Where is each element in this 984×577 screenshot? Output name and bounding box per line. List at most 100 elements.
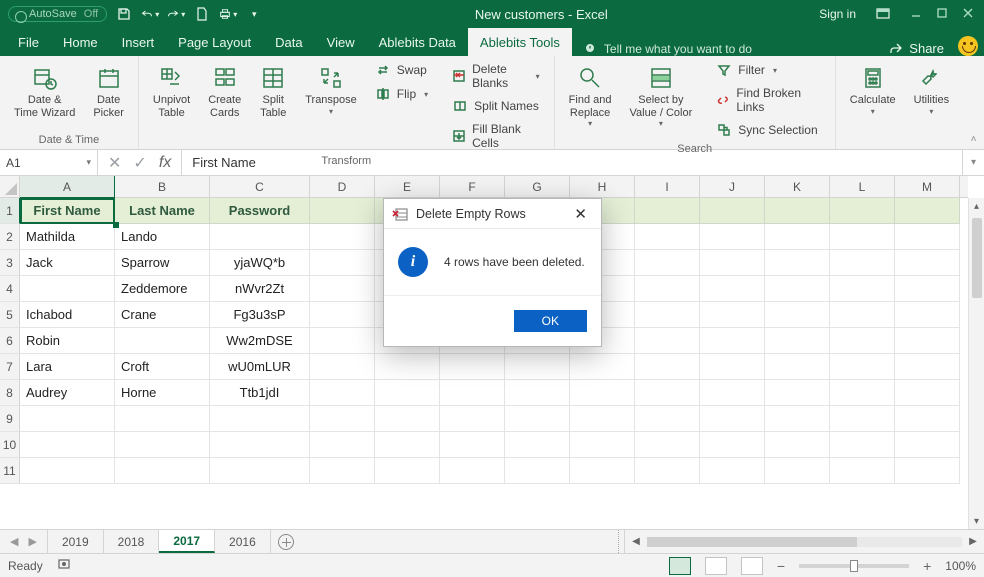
cell[interactable] bbox=[505, 406, 570, 432]
collapse-ribbon-icon[interactable]: ˄ bbox=[963, 56, 984, 149]
transpose-button[interactable]: Transpose ▾ bbox=[301, 60, 361, 120]
cell[interactable] bbox=[830, 380, 895, 406]
cell[interactable]: Ichabod bbox=[20, 302, 115, 328]
cell[interactable] bbox=[440, 354, 505, 380]
cell[interactable]: Sparrow bbox=[115, 250, 210, 276]
cell[interactable]: Zeddemore bbox=[115, 276, 210, 302]
cell[interactable]: nWvr2Zt bbox=[210, 276, 310, 302]
cell[interactable] bbox=[570, 380, 635, 406]
calculate-button[interactable]: Calculate ▾ bbox=[846, 60, 900, 120]
cell[interactable] bbox=[895, 406, 960, 432]
cell[interactable] bbox=[765, 302, 830, 328]
cell[interactable] bbox=[895, 276, 960, 302]
cell[interactable] bbox=[115, 458, 210, 484]
cell[interactable] bbox=[700, 276, 765, 302]
cell[interactable] bbox=[20, 458, 115, 484]
insert-function-icon[interactable]: fx bbox=[159, 154, 171, 172]
cell[interactable]: Lara bbox=[20, 354, 115, 380]
split-names-button[interactable]: Split Names bbox=[448, 96, 544, 116]
cell[interactable] bbox=[635, 302, 700, 328]
hscroll-right-icon[interactable]: ▶ bbox=[966, 536, 980, 547]
cell[interactable] bbox=[375, 458, 440, 484]
tab-page-layout[interactable]: Page Layout bbox=[166, 28, 263, 56]
new-sheet-button[interactable] bbox=[271, 530, 301, 553]
save-icon[interactable] bbox=[115, 5, 133, 23]
column-header-J[interactable]: J bbox=[700, 176, 765, 197]
sync-selection-button[interactable]: Sync Selection bbox=[712, 120, 825, 140]
cell[interactable] bbox=[570, 432, 635, 458]
share-button[interactable]: Share bbox=[889, 41, 944, 56]
sheet-nav-prev-icon[interactable]: ◀ bbox=[10, 535, 18, 548]
vertical-scrollbar[interactable]: ▴ ▾ bbox=[968, 198, 984, 529]
hscroll-left-icon[interactable]: ◀ bbox=[629, 536, 643, 547]
column-header-K[interactable]: K bbox=[765, 176, 830, 197]
cell[interactable] bbox=[765, 276, 830, 302]
cell[interactable] bbox=[375, 380, 440, 406]
cell[interactable] bbox=[765, 432, 830, 458]
cell[interactable] bbox=[310, 198, 375, 224]
horizontal-scrollbar[interactable]: ◀ ▶ bbox=[624, 530, 984, 553]
row-header-11[interactable]: 11 bbox=[0, 458, 20, 484]
column-header-L[interactable]: L bbox=[830, 176, 895, 197]
cell[interactable] bbox=[895, 354, 960, 380]
date-time-wizard-button[interactable]: Date & Time Wizard bbox=[10, 60, 79, 123]
cell[interactable] bbox=[440, 380, 505, 406]
cell[interactable] bbox=[765, 224, 830, 250]
cell[interactable] bbox=[310, 276, 375, 302]
cell[interactable] bbox=[440, 406, 505, 432]
cell[interactable] bbox=[765, 328, 830, 354]
cell[interactable] bbox=[830, 224, 895, 250]
scroll-down-icon[interactable]: ▾ bbox=[969, 513, 984, 529]
zoom-level[interactable]: 100% bbox=[945, 559, 976, 573]
dialog-close-button[interactable]: ✕ bbox=[568, 203, 593, 225]
find-and-replace-button[interactable]: Find and Replace ▾ bbox=[565, 60, 616, 132]
cell[interactable] bbox=[700, 198, 765, 224]
hscroll-track[interactable] bbox=[647, 537, 962, 547]
cell[interactable] bbox=[115, 432, 210, 458]
cell[interactable] bbox=[635, 328, 700, 354]
column-header-I[interactable]: I bbox=[635, 176, 700, 197]
sheet-nav-next-icon[interactable]: ▶ bbox=[28, 535, 36, 548]
cell[interactable] bbox=[895, 328, 960, 354]
cell[interactable]: Robin bbox=[20, 328, 115, 354]
cell[interactable] bbox=[505, 354, 570, 380]
cell[interactable] bbox=[700, 406, 765, 432]
cell[interactable]: Ww2mDSE bbox=[210, 328, 310, 354]
cell[interactable]: wU0mLUR bbox=[210, 354, 310, 380]
cell[interactable] bbox=[375, 406, 440, 432]
row-header-4[interactable]: 4 bbox=[0, 276, 20, 302]
cell[interactable] bbox=[115, 328, 210, 354]
cell[interactable] bbox=[765, 198, 830, 224]
maximize-button[interactable] bbox=[936, 7, 948, 22]
cell[interactable] bbox=[505, 458, 570, 484]
cell[interactable] bbox=[700, 302, 765, 328]
cell[interactable] bbox=[765, 458, 830, 484]
cell[interactable] bbox=[310, 328, 375, 354]
cell[interactable] bbox=[310, 380, 375, 406]
cell[interactable] bbox=[895, 224, 960, 250]
column-header-G[interactable]: G bbox=[505, 176, 570, 197]
quick-print-icon[interactable]: ▾ bbox=[219, 5, 237, 23]
cell[interactable] bbox=[765, 380, 830, 406]
cell[interactable] bbox=[635, 354, 700, 380]
cell[interactable] bbox=[20, 276, 115, 302]
filter-button[interactable]: Filter▾ bbox=[712, 60, 825, 80]
cell[interactable]: Ttb1jdI bbox=[210, 380, 310, 406]
ribbon-display-options-icon[interactable] bbox=[874, 5, 892, 23]
undo-icon[interactable]: ▾ bbox=[141, 5, 159, 23]
cell[interactable] bbox=[375, 432, 440, 458]
cell[interactable] bbox=[635, 406, 700, 432]
cell[interactable]: First Name bbox=[20, 198, 115, 224]
cell[interactable] bbox=[375, 354, 440, 380]
row-header-9[interactable]: 9 bbox=[0, 406, 20, 432]
select-all-cell[interactable] bbox=[0, 176, 20, 198]
cell[interactable] bbox=[830, 458, 895, 484]
cell[interactable] bbox=[830, 354, 895, 380]
zoom-in-button[interactable]: + bbox=[923, 558, 931, 574]
cell[interactable]: Lando bbox=[115, 224, 210, 250]
cell[interactable] bbox=[570, 354, 635, 380]
scroll-thumb[interactable] bbox=[972, 218, 982, 298]
cell[interactable] bbox=[700, 328, 765, 354]
cell[interactable] bbox=[635, 380, 700, 406]
date-picker-button[interactable]: Date Picker bbox=[89, 60, 128, 123]
